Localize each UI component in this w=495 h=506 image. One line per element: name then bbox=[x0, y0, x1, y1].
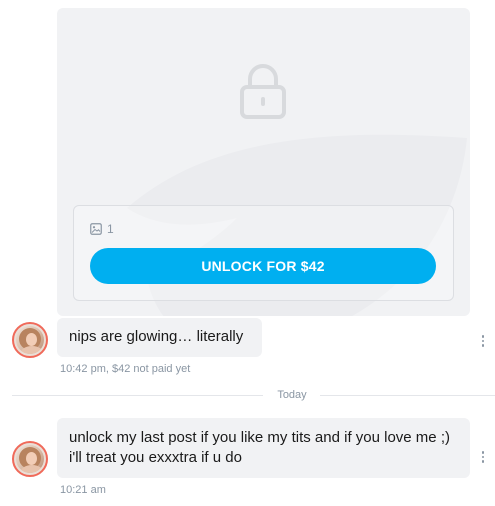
message-time: 10:21 am bbox=[60, 484, 106, 496]
message-time: 10:42 pm, bbox=[60, 363, 109, 375]
message-meta: 10:21 am bbox=[60, 484, 106, 496]
media-count: 1 bbox=[90, 222, 114, 236]
avatar[interactable] bbox=[12, 322, 48, 358]
unlock-panel: 1 UNLOCK FOR $42 bbox=[73, 205, 454, 301]
date-divider-label: Today bbox=[277, 389, 307, 401]
image-icon bbox=[90, 223, 102, 235]
payment-status: $42 not paid yet bbox=[111, 363, 191, 375]
message-text: unlock my last post if you like my tits … bbox=[69, 429, 450, 466]
more-vertical-icon[interactable] bbox=[481, 335, 485, 347]
more-vertical-icon[interactable] bbox=[481, 451, 485, 463]
lock-icon bbox=[240, 64, 286, 119]
avatar[interactable] bbox=[12, 441, 48, 477]
date-divider: Today bbox=[12, 389, 495, 401]
message-bubble: unlock my last post if you like my tits … bbox=[57, 418, 470, 478]
locked-media-card: 1 UNLOCK FOR $42 bbox=[57, 8, 470, 316]
message-text: nips are glowing… literally bbox=[69, 328, 244, 345]
message-meta: 10:42 pm, $42 not paid yet bbox=[60, 363, 190, 375]
media-count-value: 1 bbox=[107, 222, 114, 236]
message-bubble: nips are glowing… literally bbox=[57, 318, 262, 357]
unlock-button[interactable]: UNLOCK FOR $42 bbox=[90, 248, 436, 284]
